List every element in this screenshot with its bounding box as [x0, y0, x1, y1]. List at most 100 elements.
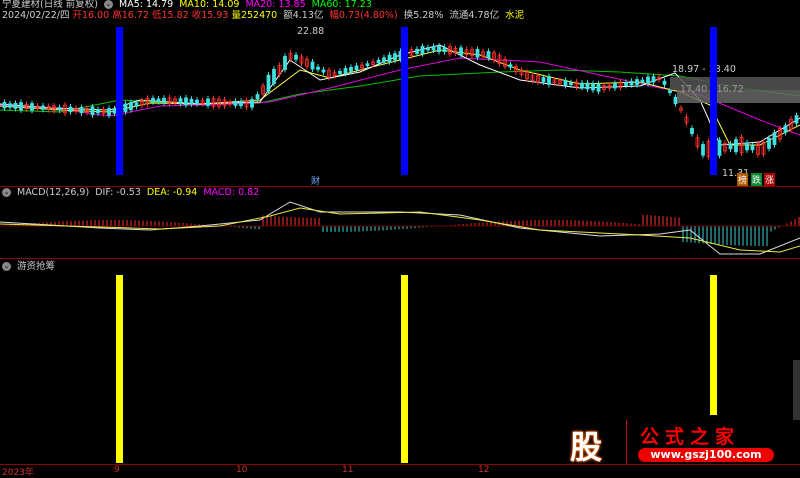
candle-body [580, 82, 584, 88]
candle-body [640, 79, 645, 83]
candle-body [79, 107, 84, 114]
candle-body [783, 125, 788, 133]
candle-body [508, 64, 513, 68]
candle-body [382, 57, 386, 63]
candle-body [541, 77, 546, 83]
candle-body [415, 48, 419, 54]
candle-body [420, 46, 425, 55]
candle-body [123, 103, 128, 112]
candle-body [728, 143, 733, 150]
candle-body [651, 76, 656, 83]
candle-body [745, 142, 749, 151]
indicator-bar [401, 275, 408, 463]
x-tick: 9 [114, 465, 120, 475]
candle-body [563, 79, 568, 86]
indicator-title: 游资抢筹 [17, 261, 56, 272]
candle-body [189, 98, 194, 105]
candle-body [772, 132, 777, 145]
candle-body [343, 68, 348, 74]
candle-body [156, 98, 161, 102]
candle-body [107, 108, 111, 116]
candle-body [321, 69, 326, 73]
candle-body [184, 97, 188, 106]
candle-body [629, 80, 634, 86]
candle-body [310, 61, 315, 70]
macd-value: MACD: 0.82 [203, 187, 260, 198]
candle-body [13, 102, 18, 109]
candle-body [134, 102, 139, 107]
candle-body [459, 47, 463, 56]
candle-body [624, 82, 628, 86]
candle-body [393, 53, 397, 61]
candle-body [294, 54, 298, 60]
candle-body [239, 100, 243, 107]
candle-body [662, 80, 667, 85]
candle-body [41, 105, 45, 110]
candle-body [569, 82, 573, 86]
scrollbar[interactable] [793, 360, 800, 420]
logo: 股 公式之家 www.gszj100.com [560, 420, 780, 466]
signal-bar [710, 27, 717, 175]
candle-body [635, 79, 639, 86]
indicator-bar [116, 275, 123, 463]
candle-body [701, 144, 705, 156]
logo-divider [626, 420, 627, 465]
chevron-down-icon[interactable]: ⌄ [2, 262, 11, 271]
candle-body [668, 90, 672, 94]
candle-body [591, 83, 595, 91]
candle-body [475, 49, 480, 58]
candle-body [255, 94, 260, 100]
x-tick: 11 [342, 465, 354, 475]
candle-body [129, 102, 133, 111]
candle-body [250, 99, 254, 108]
candle-body [717, 139, 722, 156]
candle-body [354, 65, 359, 71]
candle-body [316, 66, 320, 70]
candle-body [151, 97, 155, 103]
indicator-bar [710, 275, 717, 415]
candle-body [68, 106, 73, 113]
candle-body [283, 56, 287, 70]
signal-bar [116, 27, 123, 175]
chevron-down-icon[interactable]: ⌄ [2, 188, 11, 197]
candle-body [365, 63, 370, 67]
badge-die[interactable]: 跌 [751, 173, 763, 186]
macd-title: MACD(12,26,9) [17, 187, 90, 198]
macd-dif: DIF: -0.53 [95, 187, 141, 198]
candle-body [547, 76, 551, 85]
candle-body [90, 106, 95, 116]
badge-bang[interactable]: 榜 [737, 173, 749, 186]
candle-body [57, 107, 62, 111]
candle-body [96, 109, 100, 114]
logo-char: 股 [570, 428, 603, 466]
candle-body [338, 71, 342, 75]
x-axis-line [0, 464, 800, 465]
candle-body [437, 45, 441, 53]
candle-body [376, 59, 381, 64]
indicator-header: ⌄ 游资抢筹 [2, 262, 58, 272]
signal-bar [401, 27, 408, 175]
candle-body [178, 98, 183, 105]
logo-name: 公式之家 [640, 426, 741, 448]
candle-body [349, 66, 353, 72]
x-tick: 2023年 [2, 468, 34, 478]
candle-body [431, 45, 436, 51]
candle-body [442, 46, 447, 53]
candle-body [426, 47, 430, 51]
badge-zhang[interactable]: 涨 [764, 173, 776, 186]
x-tick: 10 [236, 465, 248, 475]
candle-body [8, 103, 12, 108]
candle-body [233, 100, 238, 106]
high-price-label: 22.88 [297, 26, 325, 37]
candle-body [195, 99, 199, 104]
candle-body [596, 83, 601, 92]
panel-divider[interactable] [0, 258, 800, 259]
candle-body [750, 145, 755, 151]
candle-body [486, 51, 491, 59]
candle-body [162, 97, 166, 104]
logo-url: www.gszj100.com [638, 448, 774, 462]
candle-body [613, 83, 617, 89]
range-label-1: 18.97 - 18.40 [672, 64, 736, 75]
candle-body [266, 74, 271, 92]
candle-body [272, 68, 276, 84]
